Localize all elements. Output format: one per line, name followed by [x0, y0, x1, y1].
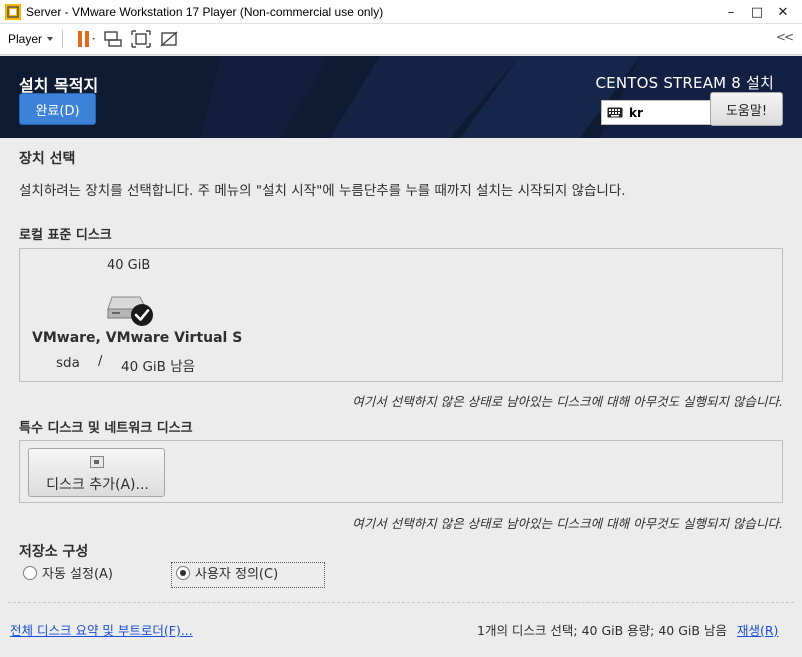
- close-button[interactable]: ✕: [770, 2, 796, 22]
- special-disks-panel: 디스크 추가(A)...: [19, 440, 783, 503]
- device-selection-description: 설치하려는 장치를 선택합니다. 주 메뉴의 "설치 시작"에 누름단추를 누를…: [19, 183, 626, 199]
- radio-automatic-indicator: [23, 565, 37, 580]
- radio-custom-label: 사용자 정의(C): [195, 567, 279, 582]
- special-disks-heading: 특수 디스크 및 네트워크 디스크: [19, 421, 193, 436]
- rescan-link[interactable]: 재생(R): [737, 620, 778, 639]
- disk-free-space: 40 GiB 남음: [121, 359, 196, 375]
- vmware-app-icon: [5, 3, 21, 20]
- keyboard-layout-label: kr: [629, 105, 643, 120]
- toolbar-separator: [62, 30, 64, 48]
- local-disks-note: 여기서 선택하지 않은 상태로 남아있는 디스크에 대해 아무것도 실행되지 않…: [352, 394, 783, 409]
- disk-summary-link[interactable]: 전체 디스크 요약 및 부트로더(F)...: [10, 620, 193, 639]
- player-toolbar: Player <<: [0, 24, 802, 55]
- banner-background: [0, 56, 802, 138]
- disk-tile[interactable]: 40 GiB VMware, VMware Virtual S sda / 40…: [20, 249, 250, 381]
- hard-disk-selected-icon: [107, 296, 153, 326]
- window-titlebar: Server - VMware Workstation 17 Player (N…: [0, 0, 802, 24]
- fit-guest-button[interactable]: [127, 27, 155, 51]
- local-disks-heading: 로컬 표준 디스크: [19, 228, 112, 243]
- product-title: CENTOS STREAM 8 설치: [595, 74, 774, 92]
- unity-button[interactable]: [155, 27, 183, 51]
- pause-icon: [78, 31, 96, 47]
- radio-custom-indicator: [176, 565, 190, 580]
- disk-name: VMware, VMware Virtual S: [32, 330, 243, 346]
- collapse-toolbar-icon[interactable]: <<: [776, 30, 794, 44]
- add-disk-label: 디스크 추가(A)...: [46, 477, 149, 493]
- fit-window-icon: [131, 30, 151, 48]
- disk-summary-text: 1개의 디스크 선택; 40 GiB 용량; 40 GiB 남음: [477, 623, 727, 638]
- header-banner: 설치 목적지 완료(D) CENTOS STREAM 8 설치: [0, 56, 802, 138]
- unity-disabled-icon: [160, 31, 178, 47]
- radio-custom[interactable]: 사용자 정의(C): [176, 563, 278, 582]
- disk-add-icon: [90, 456, 104, 468]
- disk-device: sda: [56, 355, 80, 371]
- network-computer-icon: [104, 31, 122, 47]
- player-menu-label: Player: [8, 32, 43, 46]
- done-button[interactable]: 완료(D): [19, 93, 96, 125]
- radio-automatic[interactable]: 자동 설정(A): [23, 563, 113, 582]
- chevron-down-icon: [47, 37, 54, 41]
- keyboard-layout-indicator[interactable]: kr: [601, 100, 711, 125]
- storage-config-heading: 저장소 구성: [19, 544, 89, 560]
- keyboard-icon: [607, 107, 623, 118]
- send-ctrl-alt-del-button[interactable]: [99, 27, 127, 51]
- footer-divider: [8, 602, 794, 603]
- add-disk-button[interactable]: 디스크 추가(A)...: [28, 448, 165, 497]
- special-disks-note: 여기서 선택하지 않은 상태로 남아있는 디스크에 대해 아무것도 실행되지 않…: [352, 516, 783, 531]
- device-selection-heading: 장치 선택: [19, 151, 76, 167]
- help-button[interactable]: 도움말!: [710, 92, 783, 126]
- radio-automatic-label: 자동 설정(A): [42, 567, 114, 582]
- disk-separator: /: [98, 354, 103, 369]
- pause-button[interactable]: [71, 27, 99, 51]
- maximize-button[interactable]: □: [744, 2, 770, 22]
- local-disks-panel: 40 GiB VMware, VMware Virtual S sda / 40…: [19, 248, 783, 382]
- window-title: Server - VMware Workstation 17 Player (N…: [26, 4, 384, 19]
- disk-size: 40 GiB: [107, 258, 151, 273]
- player-menu[interactable]: Player: [8, 32, 54, 46]
- minimize-button[interactable]: –: [718, 2, 744, 22]
